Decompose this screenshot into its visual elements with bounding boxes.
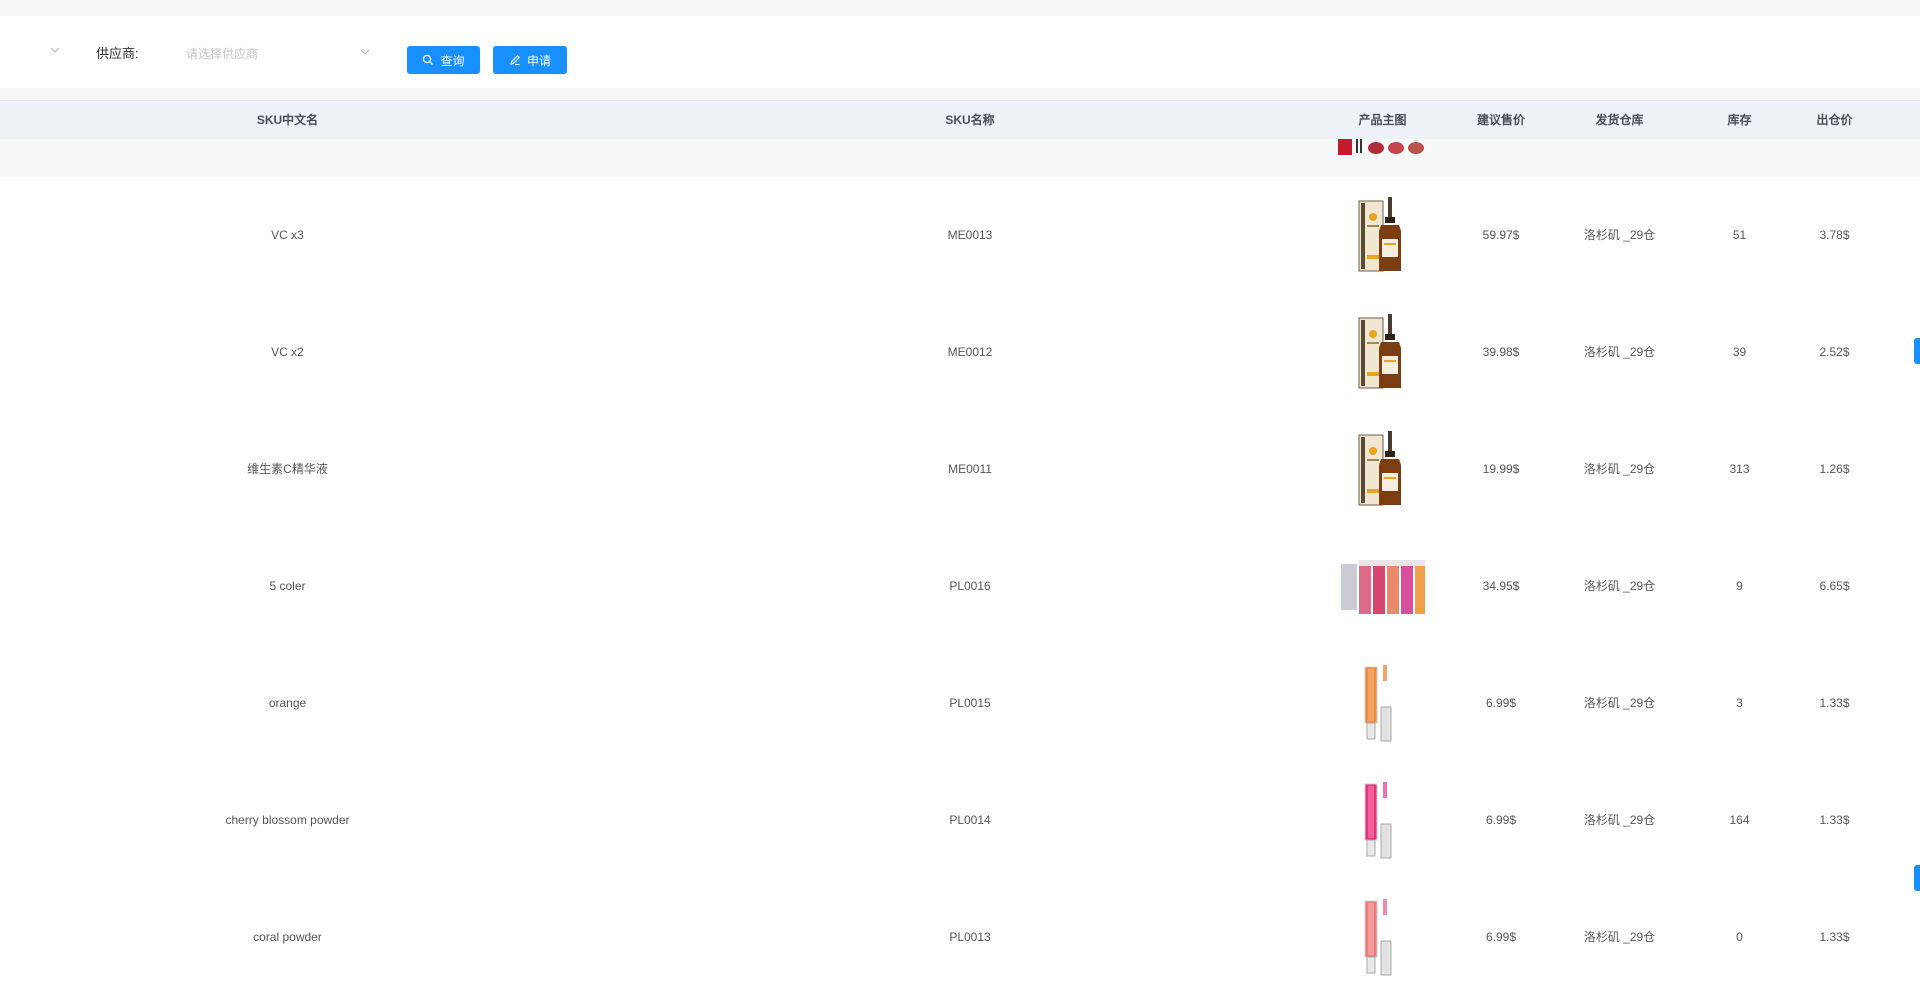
header-stock: 库存	[1727, 113, 1752, 127]
cell-stock: 51	[1732, 228, 1747, 242]
cell-sku-name: ME0013	[947, 228, 993, 242]
cell-suggested-price: 6.99$	[1485, 930, 1517, 944]
table-row: 5 coler PL0016 34.95$ 洛杉矶 _29仓 9 6.65$	[0, 528, 1920, 645]
cell-sku-name: PL0015	[949, 696, 991, 710]
header-main-image: 产品主图	[1358, 113, 1407, 127]
cell-sku-cn-name: 5 coler	[269, 579, 306, 593]
cell-warehouse: 洛杉矶 _29仓	[1583, 813, 1656, 827]
cell-stock: 0	[1736, 930, 1743, 944]
cell-warehouse: 洛杉矶 _29仓	[1583, 462, 1656, 476]
cell-stock: 39	[1732, 345, 1747, 359]
cell-suggested-price: 39.98$	[1482, 345, 1520, 359]
cell-warehouse: 洛杉矶 _29仓	[1583, 696, 1656, 710]
chevron-down-icon[interactable]	[50, 45, 60, 55]
header-out-price: 出仓价	[1816, 113, 1853, 127]
cell-out-price: 6.65$	[1819, 579, 1850, 593]
lipgloss-coral-icon[interactable]	[1337, 897, 1427, 977]
apply-button-label: 申请	[526, 53, 551, 68]
cell-suggested-price: 34.95$	[1482, 579, 1520, 593]
search-button-label: 查询	[440, 53, 465, 68]
cell-out-price: 1.33$	[1819, 813, 1850, 827]
cell-warehouse: 洛杉矶 _29仓	[1583, 930, 1656, 944]
side-tab[interactable]	[1914, 865, 1920, 891]
filter-bar: 供应商: 请选择供应商 查询 申请	[0, 16, 1920, 88]
table-row: coral powder PL0013 6.99$ 洛杉矶 _29仓 0 1.33$	[0, 879, 1920, 993]
apply-button[interactable]: 申请	[493, 46, 567, 74]
cell-suggested-price: 59.97$	[1482, 228, 1520, 242]
supplier-select[interactable]: 请选择供应商	[174, 40, 378, 66]
product-table: SKU中文名 SKU名称 产品主图 建议售价 发货仓库 库存 出仓价 VC x3…	[0, 100, 1920, 993]
serum-bottle-icon[interactable]	[1337, 429, 1427, 509]
cell-stock: 164	[1729, 813, 1750, 827]
header-sku-name: SKU名称	[945, 113, 995, 127]
cell-sku-cn-name: VC x2	[271, 345, 304, 359]
cell-sku-cn-name: 维生素C精华液	[247, 462, 328, 476]
cell-out-price: 2.52$	[1819, 345, 1850, 359]
cell-sku-name: PL0014	[949, 813, 991, 827]
cell-sku-cn-name: orange	[268, 696, 307, 710]
supplier-label: 供应商:	[96, 46, 139, 61]
header-sku-cn-name: SKU中文名	[256, 113, 319, 127]
chevron-down-icon	[360, 49, 370, 55]
search-button[interactable]: 查询	[407, 46, 480, 74]
cell-out-price: 3.78$	[1819, 228, 1850, 242]
cell-sku-name: ME0012	[947, 345, 993, 359]
lipgloss-orange-icon[interactable]	[1337, 663, 1427, 743]
table-row: VC x3 ME0013 59.97$ 洛杉矶 _29仓 51 3.78$	[0, 177, 1920, 294]
lipgloss-pink-icon[interactable]	[1337, 780, 1427, 860]
cell-suggested-price: 19.99$	[1482, 462, 1520, 476]
header-warehouse: 发货仓库	[1595, 113, 1644, 127]
search-icon	[423, 54, 434, 65]
cell-out-price: 1.26$	[1819, 462, 1850, 476]
table-row-partial	[0, 139, 1920, 177]
table-row: cherry blossom powder PL0014 6.99$ 洛杉矶 _29仓…	[0, 762, 1920, 879]
supplier-placeholder: 请选择供应商	[186, 47, 259, 61]
edit-icon	[510, 55, 520, 66]
cell-stock: 3	[1736, 696, 1743, 710]
serum-bottle-icon[interactable]	[1337, 195, 1427, 275]
cell-sku-name: PL0016	[949, 579, 991, 593]
cell-warehouse: 洛杉矶 _29仓	[1583, 228, 1656, 242]
cell-suggested-price: 6.99$	[1485, 696, 1517, 710]
table-row: VC x2 ME0012 39.98$ 洛杉矶 _29仓 39 2.52$	[0, 294, 1920, 411]
side-tab[interactable]	[1914, 338, 1920, 364]
cell-warehouse: 洛杉矶 _29仓	[1583, 345, 1656, 359]
cell-sku-name: PL0013	[949, 930, 991, 944]
cell-stock: 9	[1736, 579, 1743, 593]
cell-out-price: 1.33$	[1819, 696, 1850, 710]
table-row: orange PL0015 6.99$ 洛杉矶 _29仓 3 1.33$	[0, 645, 1920, 762]
cell-warehouse: 洛杉矶 _29仓	[1583, 579, 1656, 593]
cell-stock: 313	[1729, 462, 1750, 476]
cell-sku-name: ME0011	[948, 462, 992, 476]
header-suggested-price: 建议售价	[1476, 113, 1525, 127]
cell-sku-cn-name: coral powder	[253, 930, 322, 944]
cell-sku-cn-name: VC x3	[271, 228, 304, 242]
table-row: 维生素C精华液 ME0011 19.99$ 洛杉矶 _29仓 313 1.26$	[0, 411, 1920, 528]
cell-suggested-price: 6.99$	[1485, 813, 1517, 827]
cell-sku-cn-name: cherry blossom powder	[225, 813, 350, 827]
serum-bottle-icon[interactable]	[1337, 312, 1427, 392]
lipgloss-set-icon[interactable]	[1337, 546, 1427, 626]
table-header: SKU中文名 SKU名称 产品主图 建议售价 发货仓库 库存 出仓价	[0, 100, 1920, 139]
lipgloss-set-thumbnail-icon[interactable]	[1336, 139, 1430, 157]
cell-out-price: 1.33$	[1819, 930, 1850, 944]
